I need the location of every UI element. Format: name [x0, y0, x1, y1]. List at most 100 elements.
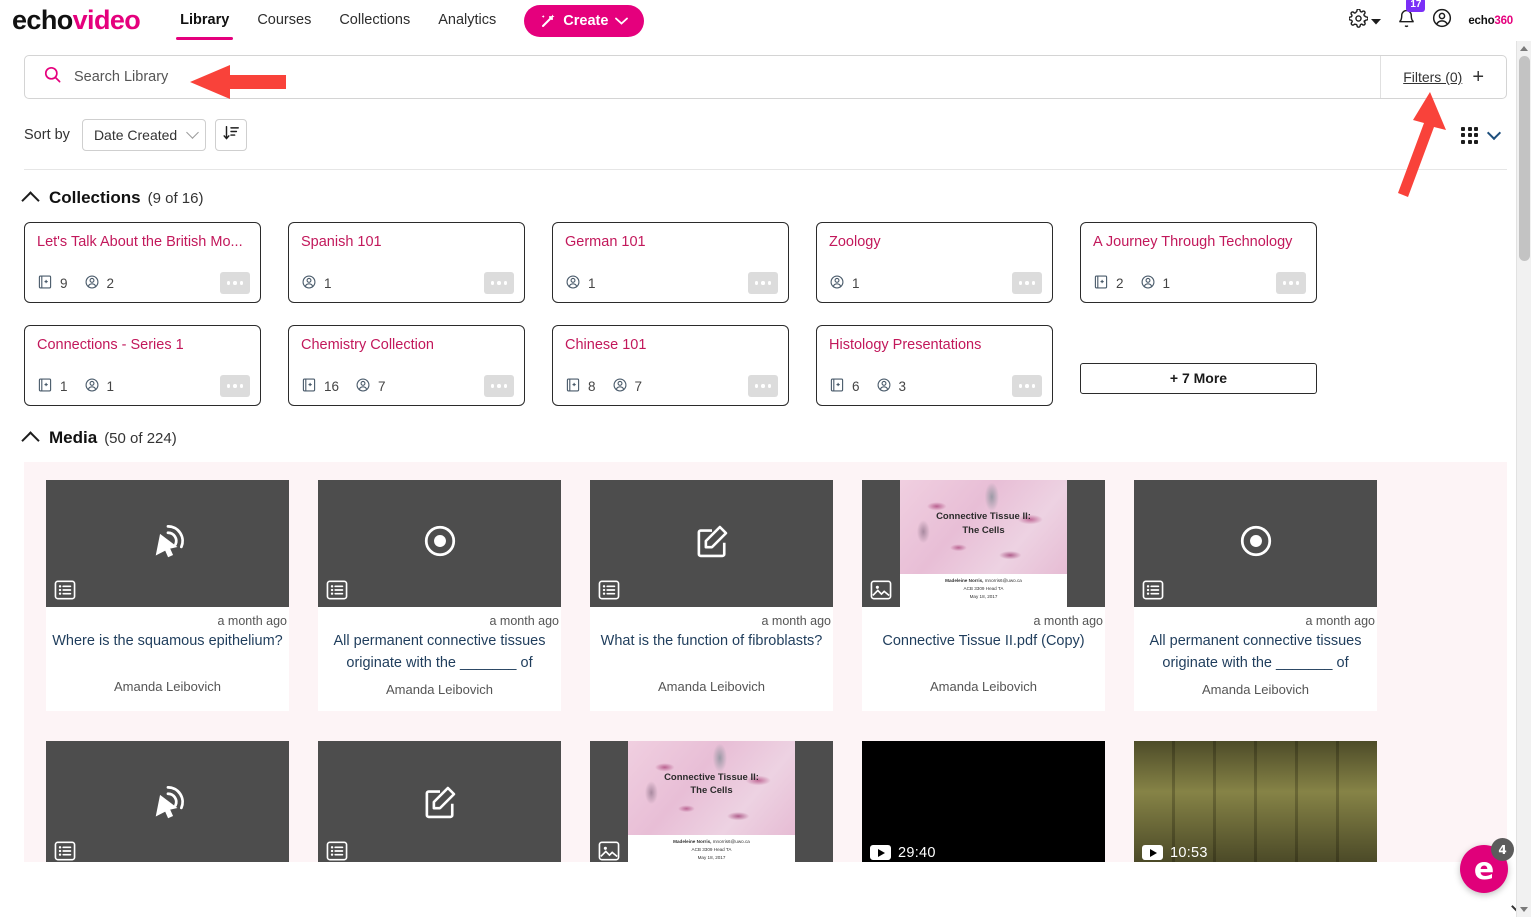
plus-icon: + — [1472, 67, 1484, 87]
media-title-text[interactable]: All permanent connective tissues origina… — [1134, 628, 1377, 675]
people-count-stat: 7 — [612, 377, 643, 396]
filters-label: Filters (0) — [1403, 69, 1462, 85]
media-card[interactable]: Connective Tissue II: The Cells Madelein… — [590, 741, 833, 863]
media-count: 16 — [324, 379, 339, 394]
slide-image: Connective Tissue II: The Cells — [628, 741, 795, 835]
scrollbar-thumb[interactable] — [1519, 56, 1530, 261]
collection-card[interactable]: Chinese 101 8 7 — [552, 325, 789, 406]
view-mode-toggle[interactable] — [1461, 127, 1507, 144]
people-icon — [612, 377, 628, 396]
primary-nav-links: Library Courses Collections Analytics — [166, 2, 510, 40]
collection-card[interactable]: German 101 1 — [552, 222, 789, 303]
media-title-text[interactable]: Where is the squamous epithelium? — [46, 628, 289, 672]
collection-options-button[interactable] — [748, 272, 778, 294]
page-scrollbar[interactable] — [1516, 41, 1531, 917]
collection-options-button[interactable] — [1012, 272, 1042, 294]
chat-logo-glyph: e — [1474, 852, 1494, 887]
media-card[interactable] — [318, 741, 561, 863]
collection-card[interactable]: Chemistry Collection 16 7 — [288, 325, 525, 406]
collection-options-button[interactable] — [1012, 375, 1042, 397]
people-icon — [355, 377, 371, 396]
edit-icon — [691, 520, 733, 567]
media-card[interactable]: a month ago All permanent connective tis… — [318, 480, 561, 711]
collection-card[interactable]: Zoology 1 — [816, 222, 1053, 303]
people-count-stat: 1 — [301, 274, 332, 293]
media-card[interactable]: 29:40 — [862, 741, 1105, 863]
collection-card[interactable]: Histology Presentations 6 3 — [816, 325, 1053, 406]
media-thumbnail[interactable]: 10:53 — [1134, 741, 1377, 863]
collection-stats: 2 1 — [1093, 274, 1170, 293]
toolbar-row: Sort by Date Created — [0, 99, 1531, 151]
media-card[interactable]: a month ago What is the function of fibr… — [590, 480, 833, 711]
filters-button[interactable]: Filters (0) + — [1380, 56, 1506, 98]
media-thumbnail[interactable] — [590, 480, 833, 607]
media-thumbnail[interactable] — [318, 480, 561, 607]
echo360-org-logo: echo360 — [1468, 15, 1513, 27]
media-card[interactable] — [46, 741, 289, 863]
collection-stats: 1 1 — [37, 377, 114, 396]
nav-item-collections[interactable]: Collections — [325, 2, 424, 40]
collection-card[interactable]: Spanish 101 1 — [288, 222, 525, 303]
collection-card[interactable]: A Journey Through Technology 2 1 — [1080, 222, 1317, 303]
media-thumbnail[interactable] — [318, 741, 561, 863]
media-title-text[interactable]: All permanent connective tissues origina… — [318, 628, 561, 675]
media-card[interactable]: Connective Tissue II: The Cells Madelein… — [862, 480, 1105, 711]
slide-email: mnorris6@uwo.ca — [985, 578, 1022, 583]
sort-by-select[interactable]: Date Created — [82, 119, 206, 151]
collection-options-button[interactable] — [484, 375, 514, 397]
notifications-button[interactable]: 17 — [1397, 9, 1416, 33]
media-thumbnail[interactable] — [46, 480, 289, 607]
hotspot-icon — [146, 519, 190, 568]
scrollbar-up-button[interactable] — [1517, 41, 1531, 56]
user-profile-button[interactable] — [1432, 8, 1452, 33]
collection-options-button[interactable] — [484, 272, 514, 294]
collections-grid: Let's Talk About the British Mo... 9 2 S… — [0, 208, 1531, 406]
media-thumbnail[interactable]: Connective Tissue II: The Cells Madelein… — [862, 480, 1105, 607]
hotspot-icon — [146, 780, 190, 829]
media-card[interactable]: a month ago Where is the squamous epithe… — [46, 480, 289, 711]
settings-button[interactable] — [1349, 9, 1381, 33]
search-icon — [43, 65, 62, 89]
collection-card[interactable]: Let's Talk About the British Mo... 9 2 — [24, 222, 261, 303]
collection-stats: 1 — [829, 274, 860, 293]
nav-item-library[interactable]: Library — [166, 2, 243, 40]
collection-options-button[interactable] — [1276, 272, 1306, 294]
media-title-text[interactable]: Connective Tissue II.pdf (Copy) — [862, 628, 1105, 672]
create-button[interactable]: Create — [524, 5, 644, 37]
media-thumbnail[interactable] — [46, 741, 289, 863]
search-input-area[interactable] — [25, 56, 1380, 98]
search-input[interactable] — [74, 56, 1380, 98]
slide-author: Madeleine Norris, — [673, 839, 711, 844]
media-count-stat: 16 — [301, 377, 339, 396]
media-thumbnail[interactable]: 29:40 — [862, 741, 1105, 863]
nav-item-courses[interactable]: Courses — [243, 2, 325, 40]
nav-item-analytics[interactable]: Analytics — [424, 2, 510, 40]
collapse-caret-icon[interactable] — [21, 191, 39, 209]
media-grid: a month ago Where is the squamous epithe… — [46, 480, 1485, 862]
collection-options-button[interactable] — [220, 375, 250, 397]
collapse-caret-icon[interactable] — [21, 431, 39, 449]
list-badge-icon — [326, 580, 348, 600]
people-count-stat: 3 — [876, 377, 907, 396]
slide-title-line2: The Cells — [628, 784, 795, 798]
collections-section-header: Collections (9 of 16) — [0, 170, 1531, 208]
echovideo-logo[interactable]: echovideo — [12, 5, 140, 36]
triangle-up-icon — [1520, 46, 1528, 51]
collection-card[interactable]: Connections - Series 1 1 1 — [24, 325, 261, 406]
collection-options-button[interactable] — [748, 375, 778, 397]
sort-direction-button[interactable] — [215, 119, 247, 151]
collection-options-button[interactable] — [220, 272, 250, 294]
media-title-text[interactable]: What is the function of fibroblasts? — [590, 628, 833, 672]
slide-author: Madeleine Norris, — [945, 578, 983, 583]
media-thumbnail[interactable]: Connective Tissue II: The Cells Madelein… — [590, 741, 833, 863]
media-card[interactable]: 10:53 — [1134, 741, 1377, 863]
show-more-collections-button[interactable]: + 7 More — [1080, 363, 1317, 394]
media-thumbnail[interactable] — [1134, 480, 1377, 607]
collection-title: Zoology — [829, 233, 1040, 251]
triangle-down-icon — [1520, 907, 1528, 912]
scrollbar-down-button[interactable] — [1517, 902, 1531, 917]
chevron-down-icon — [186, 126, 199, 139]
help-chat-button[interactable]: e 4 — [1460, 845, 1508, 893]
gear-icon — [1349, 9, 1368, 33]
media-card[interactable]: a month ago All permanent connective tis… — [1134, 480, 1377, 711]
